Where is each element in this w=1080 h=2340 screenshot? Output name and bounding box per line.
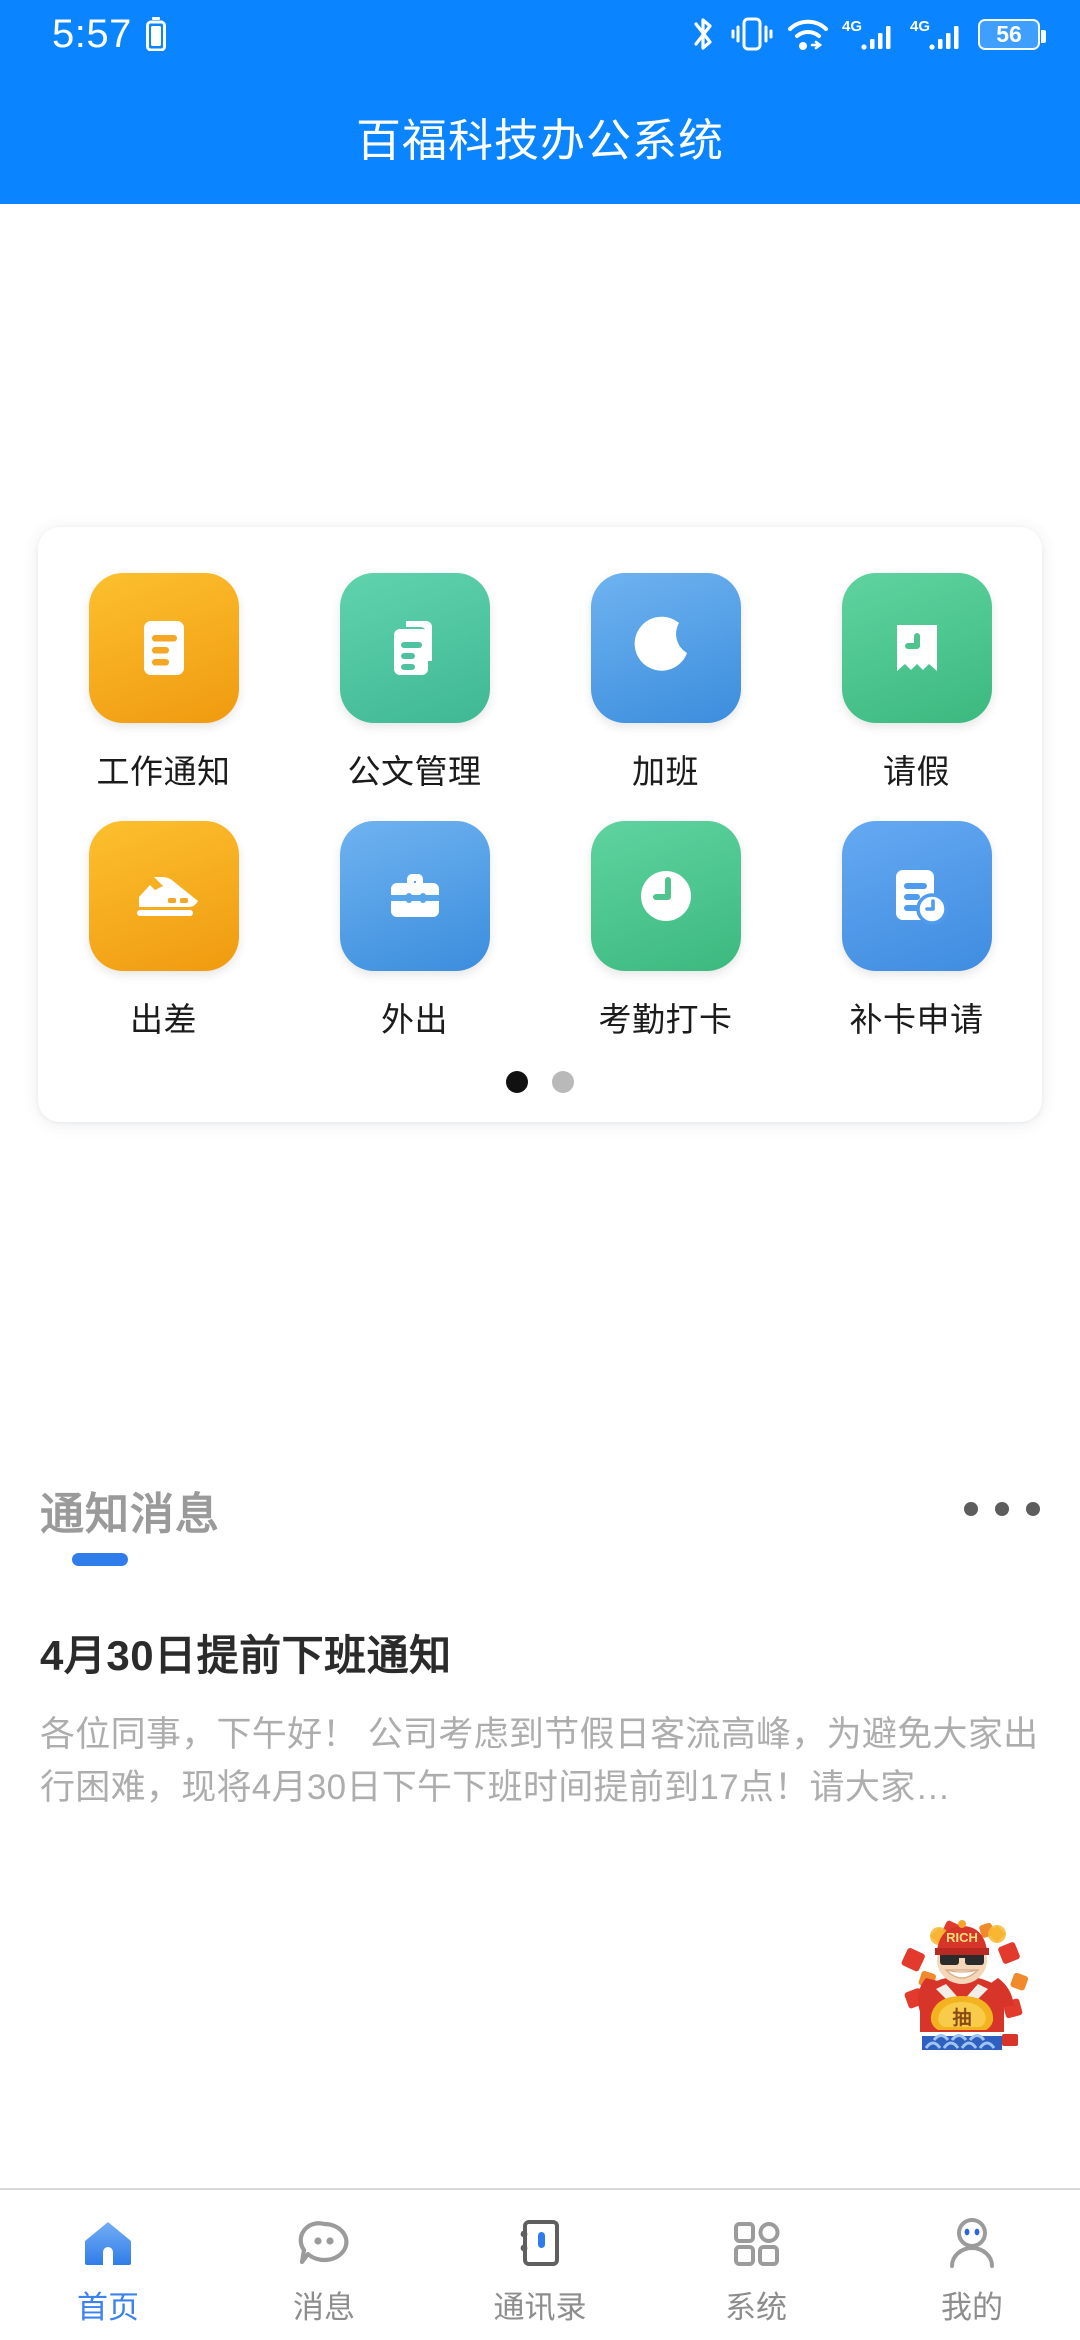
contacts-icon — [511, 2212, 569, 2274]
home-icon — [79, 2212, 137, 2274]
svg-text:4G: 4G — [842, 18, 862, 35]
grid-item-overtime[interactable]: 加班 — [540, 573, 791, 793]
grid-item-attendance-checkin[interactable]: 考勤打卡 — [540, 821, 791, 1041]
grid-row: 出差 外出 考勤打卡 补卡申请 — [38, 821, 1042, 1041]
vibrate-icon — [730, 15, 774, 53]
notice-body[interactable]: 各位同事，下午好！ 公司考虑到节假日客流高峰，为避免大家出行困难，现将4月30日… — [40, 1708, 1044, 1814]
tab-notifications[interactable]: 通知消息 — [40, 1478, 220, 1566]
battery-icon: 56 — [978, 18, 1046, 50]
app-bar: 百福科技办公系统 — [0, 68, 1080, 204]
grid-item-label: 出差 — [130, 1001, 197, 1038]
page-dot-active[interactable] — [506, 1071, 528, 1093]
person-icon — [943, 2212, 1001, 2274]
grid-item-leave[interactable]: 请假 — [791, 573, 1042, 793]
tab-notifications-label: 通知消息 — [40, 1490, 220, 1539]
nav-item-label: 首页 — [77, 2290, 139, 2325]
bottom-navigation: 首页 消息 通讯录 系统 我的 — [0, 2190, 1080, 2340]
notice-section-header: 通知消息 — [40, 1478, 1040, 1566]
mascot-cap-text: RICH — [946, 1930, 978, 1945]
wifi-icon — [786, 15, 830, 53]
documents-stack-icon — [339, 573, 490, 723]
signal-4g-icon-2: 4G — [910, 14, 966, 54]
page-indicator — [38, 1071, 1042, 1093]
nav-item-label: 通讯录 — [493, 2290, 587, 2325]
grid-item-work-notice[interactable]: 工作通知 — [38, 573, 289, 793]
grid-item-label: 考勤打卡 — [598, 1001, 733, 1038]
status-bar-right: 4G 4G 56 — [688, 14, 1046, 54]
briefcase-icon — [339, 821, 490, 971]
more-dot — [995, 1502, 1009, 1516]
battery-small-icon — [145, 17, 166, 51]
grid-item-label: 工作通知 — [96, 753, 231, 790]
nav-item-label: 消息 — [293, 2290, 355, 2325]
mascot-ingot-text: 抽 — [952, 2006, 971, 2029]
chat-icon — [295, 2212, 353, 2274]
nav-item-system[interactable]: 系统 — [648, 2190, 864, 2327]
bluetooth-icon — [688, 14, 718, 54]
god-of-wealth-lottery-icon[interactable]: RICH 抽 — [884, 1908, 1040, 2064]
grid-item-label: 请假 — [883, 753, 950, 790]
status-clock: 5:57 — [52, 11, 132, 56]
grid-item-label: 公文管理 — [347, 753, 482, 790]
document-clock-icon — [841, 821, 992, 971]
grid-item-document-management[interactable]: 公文管理 — [289, 573, 540, 793]
more-options-icon[interactable] — [964, 1478, 1040, 1516]
notice-title[interactable]: 4月30日提前下班通知 — [40, 1622, 1040, 1683]
grid-item-label: 外出 — [381, 1001, 448, 1038]
status-bar-left: 5:57 — [52, 12, 166, 57]
grid-item-label: 加班 — [632, 753, 699, 790]
page-title: 百福科技办公系统 — [355, 114, 724, 166]
grid-item-card-correction[interactable]: 补卡申请 — [791, 821, 1042, 1041]
nav-item-profile[interactable]: 我的 — [864, 2190, 1080, 2327]
train-icon — [88, 821, 239, 971]
status-bar: 5:57 4G 4G 56 — [0, 0, 1080, 68]
more-dot — [964, 1502, 978, 1516]
nav-item-contacts[interactable]: 通讯录 — [432, 2190, 648, 2327]
grid-row: 工作通知 公文管理 加班 请假 — [38, 573, 1042, 793]
grid-item-out-of-office[interactable]: 外出 — [289, 821, 540, 1041]
nav-item-messages[interactable]: 消息 — [216, 2190, 432, 2327]
battery-percent-label: 56 — [996, 20, 1022, 47]
svg-text:4G: 4G — [910, 18, 930, 35]
app-screen: 5:57 4G 4G 56 百福科技办公系统 工作通知 公文管理 加班 请假 出… — [0, 0, 1080, 2340]
grid-icon — [727, 2212, 785, 2274]
grid-item-business-trip[interactable]: 出差 — [38, 821, 289, 1041]
nav-item-home[interactable]: 首页 — [0, 2190, 216, 2327]
bookmark-clock-icon — [841, 573, 992, 723]
grid-item-label: 补卡申请 — [849, 1001, 984, 1038]
quick-actions-grid: 工作通知 公文管理 加班 请假 出差 外出 考勤打卡 补卡申请 — [38, 527, 1042, 1093]
quick-actions-card: 工作通知 公文管理 加班 请假 出差 外出 考勤打卡 补卡申请 — [38, 527, 1042, 1122]
nav-item-label: 系统 — [725, 2290, 787, 2325]
more-dot — [1026, 1502, 1040, 1516]
nav-item-label: 我的 — [941, 2290, 1003, 2325]
moon-icon — [590, 573, 741, 723]
page-dot[interactable] — [552, 1071, 574, 1093]
clock-icon — [590, 821, 741, 971]
document-lines-icon — [88, 573, 239, 723]
signal-4g-icon: 4G — [842, 14, 898, 54]
tab-active-indicator — [72, 1553, 128, 1566]
